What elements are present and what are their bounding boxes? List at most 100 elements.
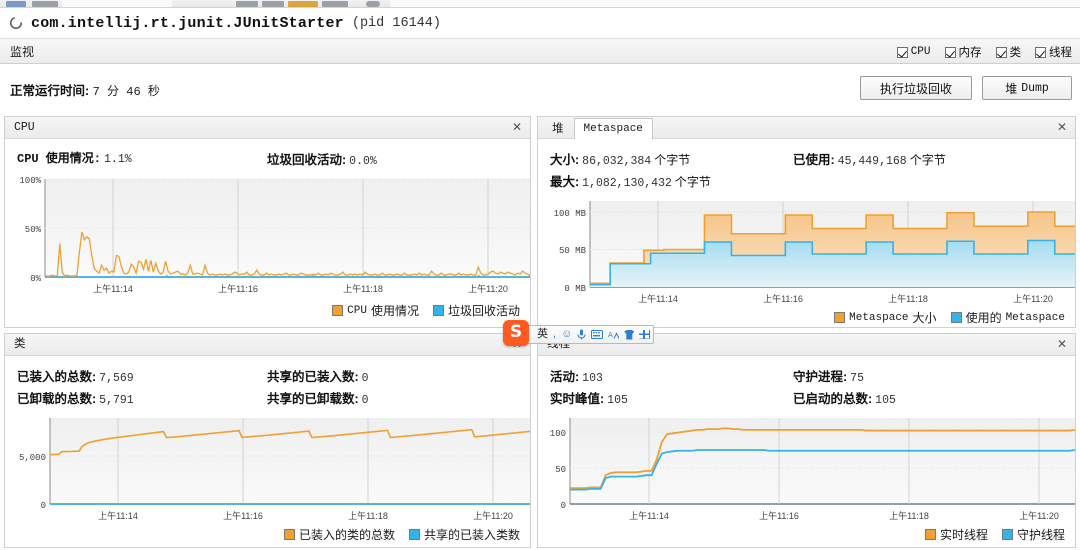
stat-value: 75	[850, 372, 864, 385]
close-icon[interactable]: ✕	[510, 121, 524, 135]
comma-icon[interactable]: ,	[553, 329, 556, 340]
checkbox-classes[interactable]: 类	[996, 44, 1022, 60]
close-icon[interactable]: ✕	[1055, 338, 1069, 352]
cpu-panel-title: CPU	[5, 121, 45, 138]
metaspace-legend: Metaspace 大小 使用的 Metaspace	[538, 307, 1075, 326]
svg-text:上午11:18: 上午11:18	[348, 510, 388, 521]
classes-panel-header: 类 ✕	[5, 334, 530, 356]
legend-swatch	[409, 529, 420, 540]
stat-peak-threads: 实时峰值: 105	[550, 388, 793, 407]
legend-classes-loaded[interactable]: 已装入的类的总数	[284, 526, 395, 543]
heap-dump-button[interactable]: 堆 Dump	[982, 76, 1072, 100]
stat-value: 86,032,384	[582, 155, 651, 168]
stat-cpu-usage: CPU 使用情况: 1.1%	[17, 149, 267, 168]
legend-live-threads[interactable]: 实时线程	[925, 526, 988, 543]
metaspace-panel-header: 堆 Metaspace ✕	[538, 117, 1075, 139]
stat-key: 实时峰值:	[550, 388, 604, 407]
legend-metaspace-size[interactable]: Metaspace 大小	[834, 309, 936, 326]
svg-text:上午11:16: 上午11:16	[759, 510, 799, 521]
stat-key: 最大:	[550, 171, 579, 190]
metaspace-chart-svg: 100 MB50 MB0 MB 上午11:14上午11:16 上午11:18上午…	[538, 197, 1075, 307]
uptime-label: 正常运行时间:	[10, 84, 89, 98]
checkbox-threads[interactable]: 线程	[1035, 44, 1072, 60]
svg-text:上午11:16: 上午11:16	[223, 510, 263, 521]
sogou-logo-icon[interactable]: S	[503, 320, 529, 346]
cpu-stats: CPU 使用情况: 1.1% 垃圾回收活动: 0.0%	[5, 139, 530, 175]
threads-legend: 实时线程 守护线程	[538, 524, 1075, 543]
toolbar-chunk	[236, 1, 258, 7]
toolbar-chunk	[32, 1, 58, 7]
memory-tabs: 堆 Metaspace	[538, 116, 653, 138]
metaspace-stats: 大小: 86,032,384 个字节 已使用: 45,449,168 个字节 最…	[538, 139, 1075, 197]
stat-value: 45,449,168	[838, 155, 907, 168]
keyboard-icon[interactable]	[591, 330, 603, 339]
stat-max: 最大: 1,082,130,432 个字节	[550, 171, 793, 190]
svg-text:上午11:14: 上午11:14	[629, 510, 669, 521]
ime-mode-icon[interactable]: 英	[537, 329, 548, 340]
emoji-icon[interactable]: ☺	[561, 329, 572, 340]
legend-label: 垃圾回收活动	[448, 302, 520, 319]
translate-icon[interactable]: A	[608, 330, 619, 340]
svg-text:上午11:14: 上午11:14	[638, 293, 678, 304]
legend-cpu-usage[interactable]: CPU 使用情况	[332, 302, 419, 319]
classes-stats: 已装入的总数: 7,569 共享的已装入数: 0 已卸载的总数: 5,791 共…	[5, 356, 530, 414]
stat-value: 105	[607, 394, 628, 407]
skin-icon[interactable]	[624, 330, 634, 340]
legend-swatch	[332, 305, 343, 316]
legend-label-mono: Metaspace	[849, 312, 908, 324]
legend-swatch	[433, 305, 444, 316]
svg-text:上午11:18: 上午11:18	[343, 283, 383, 294]
legend-label: 守护线程	[1017, 526, 1065, 543]
stat-value: 105	[875, 394, 896, 407]
stat-value: 103	[582, 372, 603, 385]
tab-metaspace[interactable]: Metaspace	[574, 118, 653, 139]
stat-value: 7,569	[99, 372, 134, 385]
stat-key: 大小:	[550, 149, 579, 168]
stat-key: 活动:	[550, 366, 579, 385]
legend-classes-shared[interactable]: 共享的已装入类数	[409, 526, 520, 543]
stat-total-started: 已启动的总数: 105	[793, 388, 896, 407]
cpu-panel-header: CPU ✕	[5, 117, 530, 139]
svg-text:上午11:14: 上午11:14	[98, 510, 138, 521]
uptime-row: 正常运行时间: 7 分 46 秒 执行垃圾回收 堆 Dump	[0, 64, 1080, 112]
stat-value: 5,791	[99, 394, 134, 407]
svg-text:上午11:20: 上午11:20	[473, 510, 513, 521]
classes-chart[interactable]: 5,0000 上午11:14上午11:16 上午11:18上午11:20	[5, 414, 530, 524]
legend-metaspace-used[interactable]: 使用的 Metaspace	[951, 309, 1065, 326]
stat-used: 已使用: 45,449,168 个字节	[793, 149, 946, 168]
apps-icon[interactable]	[639, 330, 650, 339]
stat-unit: 个字节	[654, 151, 690, 168]
stat-key: 守护进程:	[793, 366, 847, 385]
process-spinner-icon	[9, 16, 23, 30]
checkbox-cpu[interactable]: CPU	[897, 46, 931, 58]
perform-gc-button[interactable]: 执行垃圾回收	[860, 76, 972, 100]
svg-text:上午11:14: 上午11:14	[93, 283, 133, 294]
threads-panel: 线程 ✕ 活动: 103 守护进程: 75 实时峰值: 105	[537, 333, 1076, 548]
legend-daemon-threads[interactable]: 守护线程	[1002, 526, 1065, 543]
legend-gc-activity[interactable]: 垃圾回收活动	[433, 302, 520, 319]
cpu-chart[interactable]: 100%50%0% 上午11:14上午11:16 上午11:18上午11:20	[5, 175, 530, 300]
stat-key: CPU 使用情况:	[17, 149, 101, 166]
svg-text:50 MB: 50 MB	[559, 246, 587, 256]
legend-label: 大小	[913, 309, 937, 326]
legend-label: 使用的	[966, 309, 1002, 326]
toolbar-gap	[390, 0, 1080, 8]
threads-chart[interactable]: 100500 上午11:14上午11:16 上午11:18上午11:20	[538, 414, 1075, 524]
svg-text:上午11:20: 上午11:20	[1013, 293, 1053, 304]
svg-text:0: 0	[41, 501, 46, 511]
metric-checkbox-group: CPU 内存 类 线程	[897, 39, 1072, 65]
checkbox-box	[996, 47, 1007, 58]
ime-floating-toolbar[interactable]: S 英 , ☺ A	[510, 325, 654, 344]
svg-text:100 MB: 100 MB	[554, 209, 587, 219]
microphone-icon[interactable]	[577, 329, 586, 340]
stat-key: 共享的已卸载数:	[267, 388, 359, 407]
stat-value: 0	[362, 394, 369, 407]
svg-text:0 MB: 0 MB	[564, 284, 586, 294]
metaspace-chart[interactable]: 100 MB50 MB0 MB 上午11:14上午11:16 上午11:18上午…	[538, 197, 1075, 307]
tab-heap[interactable]: 堆	[542, 119, 574, 138]
checkbox-memory[interactable]: 内存	[945, 44, 982, 60]
stat-total-loaded: 已装入的总数: 7,569	[17, 366, 267, 385]
close-icon[interactable]: ✕	[1055, 121, 1069, 135]
tab-monitor[interactable]: 监视	[10, 43, 34, 60]
classes-panel-title: 类	[5, 335, 36, 355]
